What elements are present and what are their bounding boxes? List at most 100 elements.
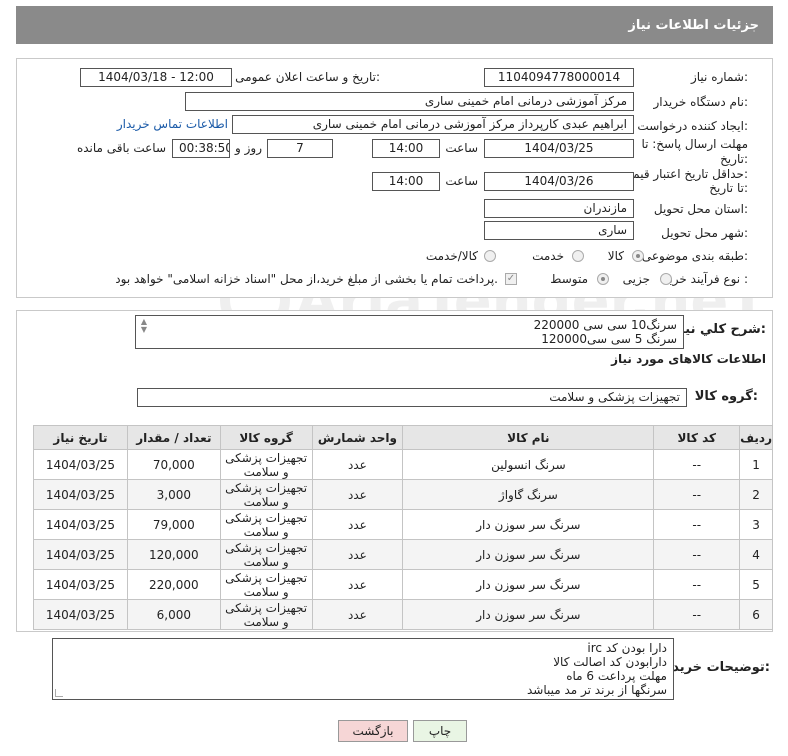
resize-grip-icon[interactable] (55, 689, 63, 697)
item-code: -- (653, 569, 741, 600)
price-date-field: 1404/03/26 (484, 172, 634, 191)
item-code: -- (653, 509, 741, 540)
buyer-note-line: سرنگها از برند تر مد میباشد (527, 683, 667, 697)
category-service-label: خدمت (532, 249, 564, 263)
group: تجهیزات پزشکی و سلامت (219, 509, 313, 540)
buyer-note-line: مهلت پرداعت 6 ماه (566, 669, 667, 683)
process-minor-radio[interactable] (660, 273, 672, 285)
buyer-note-line: دارابودن کد اصالت کالا (553, 655, 667, 669)
need-number-field: 1104094778000014 (484, 68, 634, 87)
buyer-notes-label: توضیحات خریدار: (660, 660, 770, 675)
category-service-radio[interactable] (572, 250, 584, 262)
days-field: 7 (267, 139, 333, 158)
category-goods-label: کالا (607, 249, 624, 263)
unit: عدد (311, 539, 404, 570)
unit: عدد (311, 449, 404, 480)
days-label: روز و (235, 141, 262, 155)
scroll-arrows-icon[interactable]: ▲ ▼ (138, 318, 147, 334)
price-validity-label-2: تا تاریخ: (709, 181, 748, 195)
city-label: شهر محل تحویل: (661, 226, 748, 240)
quantity: 3,000 (126, 479, 221, 510)
province-field: مازندران (484, 199, 634, 218)
deadline-date-field: 1404/03/25 (484, 139, 634, 158)
category-goods-radio[interactable] (632, 250, 644, 262)
buyer-org-label: نام دستگاه خریدار: (653, 95, 749, 109)
table-row: 3 -- سرنگ سر سوزن دار عدد تجهیزات پزشکی … (33, 509, 773, 540)
item-code: -- (653, 479, 741, 510)
col-unit: واحد شمارش (311, 425, 404, 450)
item-code: -- (653, 539, 741, 570)
process-medium-label: متوسط (550, 272, 588, 286)
table-row: 6 -- سرنگ سر سوزن دار عدد تجهیزات پزشکی … (33, 599, 773, 630)
quantity: 220,000 (126, 569, 221, 600)
table-header-row: ردیف کد کالا نام کالا واحد شمارش گروه کا… (33, 425, 773, 450)
treasury-payment-checkbox[interactable]: ✓ (505, 273, 517, 285)
summary-line-2: سرنگ 5 سی سی120000 (541, 332, 677, 346)
table-row: 2 -- سرنگ گاواژ عدد تجهیزات پزشکی و سلام… (33, 479, 773, 510)
quantity: 6,000 (126, 599, 221, 630)
process-medium-radio[interactable] (597, 273, 609, 285)
need-date: 1404/03/25 (33, 539, 128, 570)
page-header: جزئیات اطلاعات نیاز (16, 6, 773, 44)
announce-field: 1404/03/18 - 12:00 (80, 68, 232, 87)
col-need-date: تاریخ نیاز (33, 425, 128, 450)
row-number: 1 (739, 449, 773, 480)
item-name: سرنگ گاواژ (402, 479, 655, 510)
price-validity-label-1: حداقل تاریخ اعتبار قیمت: (621, 167, 748, 181)
announce-label: تاریخ و ساعت اعلان عمومی: (235, 70, 380, 84)
need-date: 1404/03/25 (33, 599, 128, 630)
group: تجهیزات پزشکی و سلامت (219, 539, 313, 570)
col-row-number: ردیف (739, 425, 773, 450)
need-date: 1404/03/25 (33, 569, 128, 600)
need-date: 1404/03/25 (33, 479, 128, 510)
quantity: 70,000 (126, 449, 221, 480)
unit: عدد (311, 599, 404, 630)
group: تجهیزات پزشکی و سلامت (219, 479, 313, 510)
col-group: گروه کالا (219, 425, 313, 450)
buyer-notes-textarea[interactable]: دارا بودن کد irc دارابودن کد اصالت کالا … (52, 638, 674, 700)
group: تجهیزات پزشکی و سلامت (219, 449, 313, 480)
process-label: نوع فرآیند خرید : (663, 272, 748, 286)
need-number-label: شماره نیاز: (690, 70, 748, 84)
table-row: 4 -- سرنگ سر سوزن دار عدد تجهیزات پزشکی … (33, 539, 773, 570)
group: تجهیزات پزشکی و سلامت (219, 569, 313, 600)
col-quantity: تعداد / مقدار (126, 425, 221, 450)
item-name: سرنگ سر سوزن دار (402, 539, 655, 570)
goods-table: ردیف کد کالا نام کالا واحد شمارش گروه کا… (33, 425, 773, 630)
col-item-code: کد کالا (653, 425, 741, 450)
requester-label: ایجاد کننده درخواست: (637, 119, 748, 133)
item-code: -- (653, 449, 741, 480)
deadline-label-1: مهلت ارسال پاسخ: تا (641, 137, 748, 151)
category-both-label: کالا/خدمت (425, 249, 478, 263)
treasury-payment-note: پرداخت تمام یا بخشی از مبلغ خرید،از محل … (115, 272, 498, 286)
table-row: 1 -- سرنگ انسولین عدد تجهیزات پزشکی و سل… (33, 449, 773, 480)
category-both-radio[interactable] (484, 250, 496, 262)
row-number: 4 (739, 539, 773, 570)
category-label: طبقه بندی موضوعی: (641, 249, 748, 263)
item-code: -- (653, 599, 741, 630)
need-date: 1404/03/25 (33, 449, 128, 480)
summary-textarea[interactable]: سرنگ10 سی سی 220000 سرنگ 5 سی سی120000 ▲… (135, 315, 684, 349)
row-number: 5 (739, 569, 773, 600)
table-row: 5 -- سرنگ سر سوزن دار عدد تجهیزات پزشکی … (33, 569, 773, 600)
unit: عدد (311, 509, 404, 540)
unit: عدد (311, 479, 404, 510)
deadline-label-2: تاریخ: (720, 152, 748, 166)
city-field: ساری (484, 221, 634, 240)
buyer-note-line: دارا بودن کد irc (587, 641, 667, 655)
group: تجهیزات پزشکی و سلامت (219, 599, 313, 630)
summary-label: شرح کلي نياز: (672, 322, 766, 337)
item-name: سرنگ سر سوزن دار (402, 569, 655, 600)
remaining-label: ساعت باقی مانده (76, 141, 166, 155)
unit: عدد (311, 569, 404, 600)
contact-info-link[interactable]: اطلاعات تماس خریدار (117, 117, 228, 131)
goods-section-title: اطلاعات کالاهای مورد نیاز (611, 352, 766, 366)
row-number: 6 (739, 599, 773, 630)
buyer-org-field: مرکز آموزشی درمانی امام خمینی ساری (185, 92, 634, 111)
print-button[interactable]: چاپ (413, 720, 467, 742)
item-name: سرنگ سر سوزن دار (402, 509, 655, 540)
requester-field: ابراهیم عبدی کارپرداز مرکز آموزشی درمانی… (232, 115, 634, 134)
row-number: 3 (739, 509, 773, 540)
back-button[interactable]: بازگشت (338, 720, 408, 742)
row-number: 2 (739, 479, 773, 510)
